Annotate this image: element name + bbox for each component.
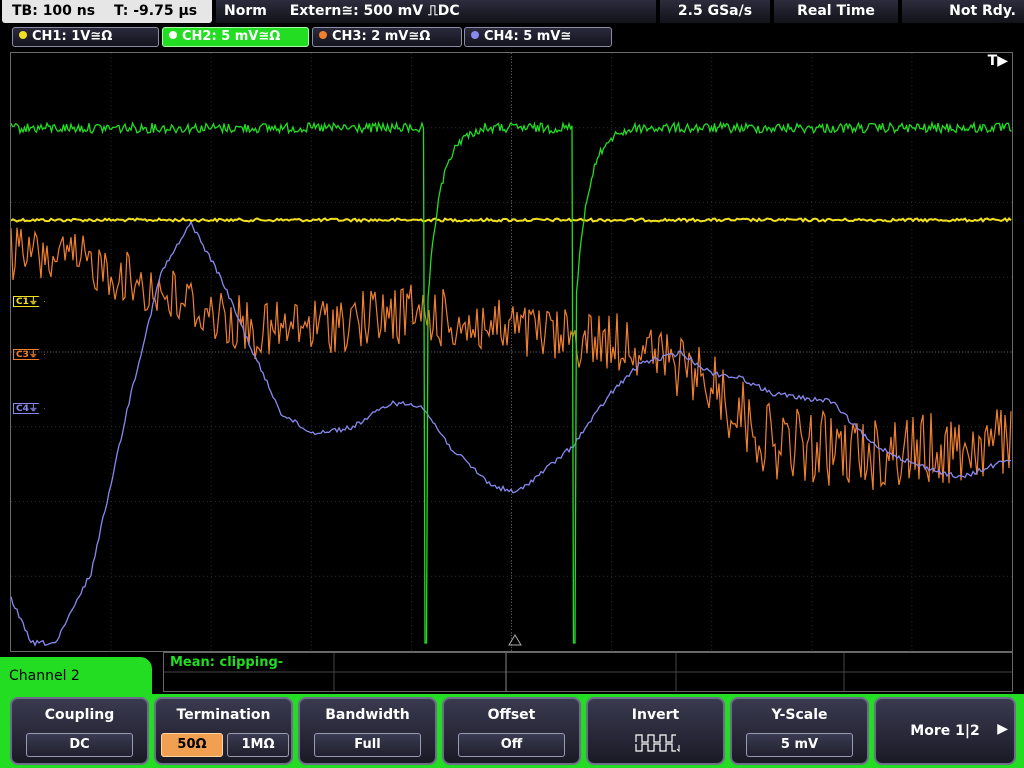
offset-value[interactable]: Off	[458, 733, 565, 757]
ch4-dot-icon	[471, 31, 479, 39]
waveform-canvas	[11, 53, 1012, 651]
c4-ground-marker[interactable]: C4⏚	[13, 403, 45, 414]
tab-ch2[interactable]: CH2: 5 mV≅Ω	[162, 27, 309, 47]
trigger-info: Extern≅: 500 mV ⎍DC	[289, 3, 460, 19]
coupling-value[interactable]: DC	[26, 733, 133, 757]
tab-ch2-label: CH2: 5 mV≅Ω	[182, 29, 281, 44]
measurement-grid	[164, 653, 1012, 691]
offset-button[interactable]: Offset Off	[442, 697, 581, 765]
termination-button[interactable]: Termination 50Ω 1MΩ	[154, 697, 293, 765]
sample-rate[interactable]: 2.5 GSa/s	[660, 0, 770, 23]
termination-50ohm-option[interactable]: 50Ω	[161, 733, 223, 757]
ch3-waveform	[11, 227, 1012, 490]
more-label: More 1|2	[910, 723, 980, 739]
timebase-box[interactable]: TB: 100 ns T: -9.75 µs	[2, 0, 212, 23]
yscale-button[interactable]: Y-Scale 5 mV	[730, 697, 869, 765]
invert-label: Invert	[631, 707, 680, 723]
yscale-label: Y-Scale	[771, 707, 828, 723]
trigger-level-icon: T▶	[987, 53, 1008, 69]
c1-ground-marker[interactable]: C1⏚	[13, 296, 45, 307]
invert-button[interactable]: Invert	[586, 697, 725, 765]
trigger-time-label: T: -9.75 µs	[113, 3, 198, 19]
bandwidth-value[interactable]: Full	[314, 733, 421, 757]
arrow-right-icon: ▶	[997, 721, 1008, 737]
bandwidth-label: Bandwidth	[325, 707, 410, 723]
offset-label: Offset	[487, 707, 536, 723]
yscale-value[interactable]: 5 mV	[746, 733, 853, 757]
tab-ch4[interactable]: CH4: 5 mV≅	[464, 27, 612, 47]
acquisition-status: Not Rdy.	[902, 0, 1024, 23]
tab-ch4-label: CH4: 5 mV≅	[484, 29, 572, 44]
ch3-dot-icon	[319, 31, 327, 39]
termination-1mohm-option[interactable]: 1MΩ	[227, 733, 289, 757]
timebase-label: TB: 100 ns	[12, 3, 96, 19]
coupling-button[interactable]: Coupling DC	[10, 697, 149, 765]
bandwidth-button[interactable]: Bandwidth Full	[298, 697, 437, 765]
acquisition-mode[interactable]: Real Time	[774, 0, 898, 23]
termination-label: Termination	[176, 707, 271, 723]
tab-ch1[interactable]: CH1: 1V≅Ω	[12, 27, 159, 47]
trigger-position-icon	[508, 634, 522, 646]
status-bar: TB: 100 ns T: -9.75 µs Norm Extern≅: 500…	[0, 0, 1024, 24]
waveform-display[interactable]: T▶ C1⏚ C3⏚ C4⏚	[10, 52, 1013, 652]
more-button[interactable]: More 1|2 ▶	[874, 697, 1016, 765]
measurement-panel: Mean: clipping-	[163, 652, 1013, 692]
tab-ch3-label: CH3: 2 mV≅Ω	[332, 29, 431, 44]
graticule	[11, 53, 1012, 651]
ch2-dot-icon	[169, 31, 177, 39]
tab-ch1-label: CH1: 1V≅Ω	[32, 29, 113, 44]
trigger-box[interactable]: Norm Extern≅: 500 mV ⎍DC	[216, 0, 656, 23]
trigger-mode: Norm	[224, 3, 267, 19]
ch1-dot-icon	[19, 31, 27, 39]
coupling-label: Coupling	[44, 707, 115, 723]
tab-ch3[interactable]: CH3: 2 mV≅Ω	[312, 27, 462, 47]
c3-ground-marker[interactable]: C3⏚	[13, 349, 45, 360]
invert-square-wave-icon	[635, 734, 680, 753]
